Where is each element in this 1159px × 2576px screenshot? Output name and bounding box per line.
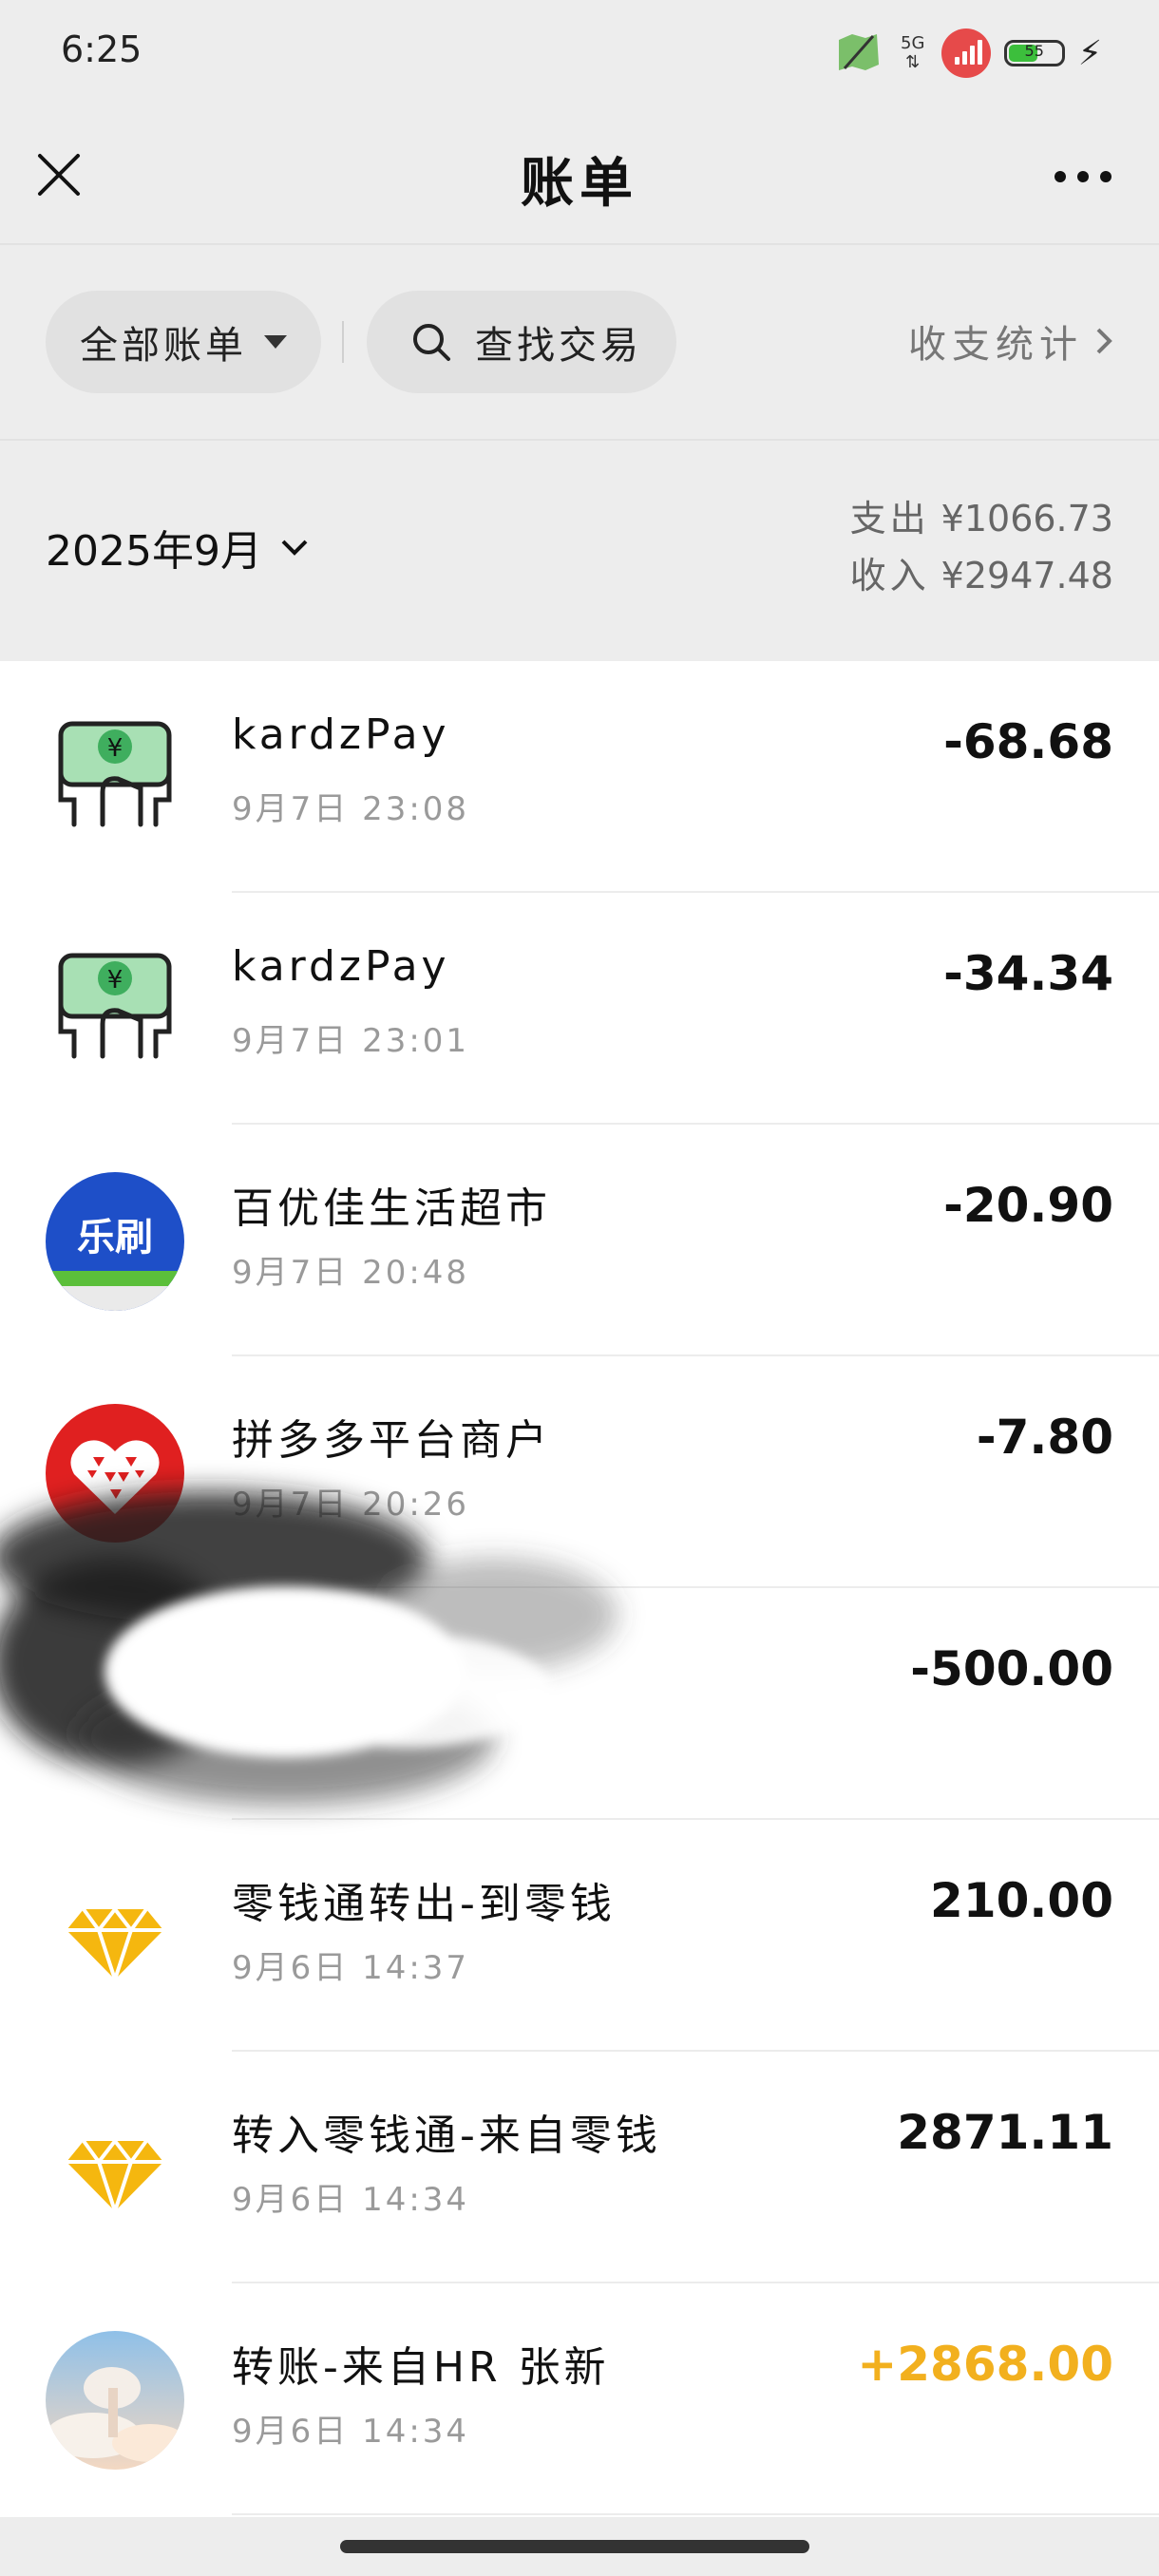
transaction-amount: 2871.11 bbox=[897, 2105, 1113, 2160]
svg-text:¥: ¥ bbox=[107, 734, 124, 763]
diamond-icon bbox=[46, 1867, 184, 2006]
transaction-row[interactable]: ¥ kardzPay 9月7日 23:01 -34.34 bbox=[0, 893, 1159, 1125]
transaction-time: 9月6日 14:37 bbox=[232, 1949, 470, 1987]
status-icons: 5G ⇅ 55 ⚡ bbox=[831, 27, 1102, 80]
transaction-title: kardzPay bbox=[232, 942, 450, 991]
month-summary-bar: 2025年9月 支出 ¥1066.73 收入 ¥2947.48 bbox=[0, 441, 1159, 661]
transaction-time: 9月7日 23:01 bbox=[232, 1022, 470, 1060]
filter-separator bbox=[342, 321, 344, 363]
transaction-time: 9月7日 20:26 bbox=[232, 1486, 470, 1524]
expense-label: 支出 bbox=[849, 498, 930, 540]
home-indicator[interactable] bbox=[340, 2540, 809, 2553]
expense-total: 支出 ¥1066.73 bbox=[850, 490, 1113, 547]
filter-row: 全部账单 查找交易 收支统计 bbox=[0, 285, 1159, 395]
income-label: 收入 bbox=[849, 555, 930, 597]
income-value: ¥2947.48 bbox=[940, 555, 1113, 597]
search-icon bbox=[413, 324, 450, 361]
transaction-amount: +2868.00 bbox=[857, 2337, 1113, 2392]
charging-icon: ⚡ bbox=[1077, 33, 1102, 73]
transaction-title: kardzPay bbox=[232, 710, 450, 759]
qr-pay-icon: ¥ bbox=[46, 940, 184, 1079]
transaction-amount: 210.00 bbox=[930, 1873, 1113, 1928]
transaction-row[interactable]: ¥ kardzPay 9月7日 23:08 -68.68 bbox=[0, 661, 1159, 893]
transaction-row[interactable]: 零钱通转出-到零钱 9月6日 14:37 210.00 bbox=[0, 1820, 1159, 2052]
transaction-row[interactable]: 乐刷 百优佳生活超市 9月7日 20:48 -20.90 bbox=[0, 1125, 1159, 1356]
status-bar: 6:25 5G ⇅ 55 ⚡ bbox=[0, 0, 1159, 104]
nav-divider bbox=[0, 243, 1159, 245]
pinduoduo-logo-icon bbox=[46, 1404, 184, 1543]
transaction-time: 9月7日 23:08 bbox=[232, 790, 470, 828]
transaction-title: 转账-来自HR 张新 bbox=[232, 2343, 610, 2392]
transaction-title: 百优佳生活超市 bbox=[232, 1184, 551, 1233]
transaction-row[interactable]: 转账-来自HR 张新 9月6日 14:34 +2868.00 bbox=[0, 2283, 1159, 2515]
home-bar bbox=[0, 2517, 1159, 2576]
transaction-row[interactable]: 拼多多平台商户 9月7日 20:26 -7.80 bbox=[0, 1356, 1159, 1588]
transaction-amount: -20.90 bbox=[943, 1178, 1113, 1233]
all-bills-dropdown[interactable]: 全部账单 bbox=[46, 291, 321, 393]
page-title: 账单 bbox=[521, 153, 638, 215]
svg-text:¥: ¥ bbox=[107, 966, 124, 994]
diamond-icon bbox=[46, 2099, 184, 2238]
month-totals: 支出 ¥1066.73 收入 ¥2947.48 bbox=[850, 490, 1113, 604]
transaction-title: 拼多多平台商户 bbox=[232, 1416, 551, 1465]
more-icon[interactable] bbox=[1054, 171, 1112, 182]
network-indicator: 5G ⇅ bbox=[901, 33, 925, 72]
transaction-time: 9月6日 14:34 bbox=[232, 2181, 470, 2219]
month-label: 2025年9月 bbox=[46, 527, 262, 576]
transaction-list: ¥ kardzPay 9月7日 23:08 -68.68 ¥ kardzPay … bbox=[0, 661, 1159, 2517]
chevron-right-icon bbox=[1096, 328, 1112, 354]
signal-icon bbox=[940, 28, 991, 78]
transaction-amount: -68.68 bbox=[943, 714, 1113, 769]
transaction-row[interactable]: -500.00 bbox=[0, 1588, 1159, 1820]
month-selector[interactable]: 2025年9月 bbox=[46, 517, 312, 578]
chevron-down-icon bbox=[281, 540, 308, 556]
chevron-down-icon bbox=[264, 335, 287, 349]
leshua-logo-icon: 乐刷 bbox=[46, 1172, 184, 1311]
expense-value: ¥1066.73 bbox=[940, 498, 1113, 540]
nav-bar: 账单 bbox=[0, 104, 1159, 245]
search-label: 查找交易 bbox=[475, 324, 642, 368]
transaction-amount: -500.00 bbox=[910, 1641, 1113, 1696]
transaction-title: 零钱通转出-到零钱 bbox=[232, 1880, 616, 1928]
all-bills-label: 全部账单 bbox=[80, 324, 247, 368]
stats-label: 收支统计 bbox=[908, 323, 1083, 367]
income-total: 收入 ¥2947.48 bbox=[850, 547, 1113, 604]
transaction-time: 9月7日 20:48 bbox=[232, 1254, 470, 1292]
qr-pay-icon: ¥ bbox=[46, 709, 184, 847]
search-transactions-button[interactable]: 查找交易 bbox=[367, 291, 676, 393]
transaction-title: 转入零钱通-来自零钱 bbox=[232, 2112, 661, 2160]
battery-level-text: 55 bbox=[1024, 42, 1044, 60]
transaction-row[interactable]: 转入零钱通-来自零钱 9月6日 14:34 2871.11 bbox=[0, 2052, 1159, 2283]
avatar-sky-icon bbox=[46, 2331, 184, 2470]
row-divider bbox=[232, 2513, 1159, 2515]
stats-link[interactable]: 收支统计 bbox=[908, 313, 1115, 369]
status-time: 6:25 bbox=[61, 28, 142, 70]
transaction-amount: -34.34 bbox=[943, 946, 1113, 1001]
svg-text:乐刷: 乐刷 bbox=[77, 1216, 153, 1260]
location-app-icon bbox=[838, 34, 879, 70]
battery-icon: 55 bbox=[1003, 40, 1065, 66]
transaction-amount: -7.80 bbox=[976, 1410, 1113, 1465]
transaction-time: 9月6日 14:34 bbox=[232, 2413, 470, 2451]
